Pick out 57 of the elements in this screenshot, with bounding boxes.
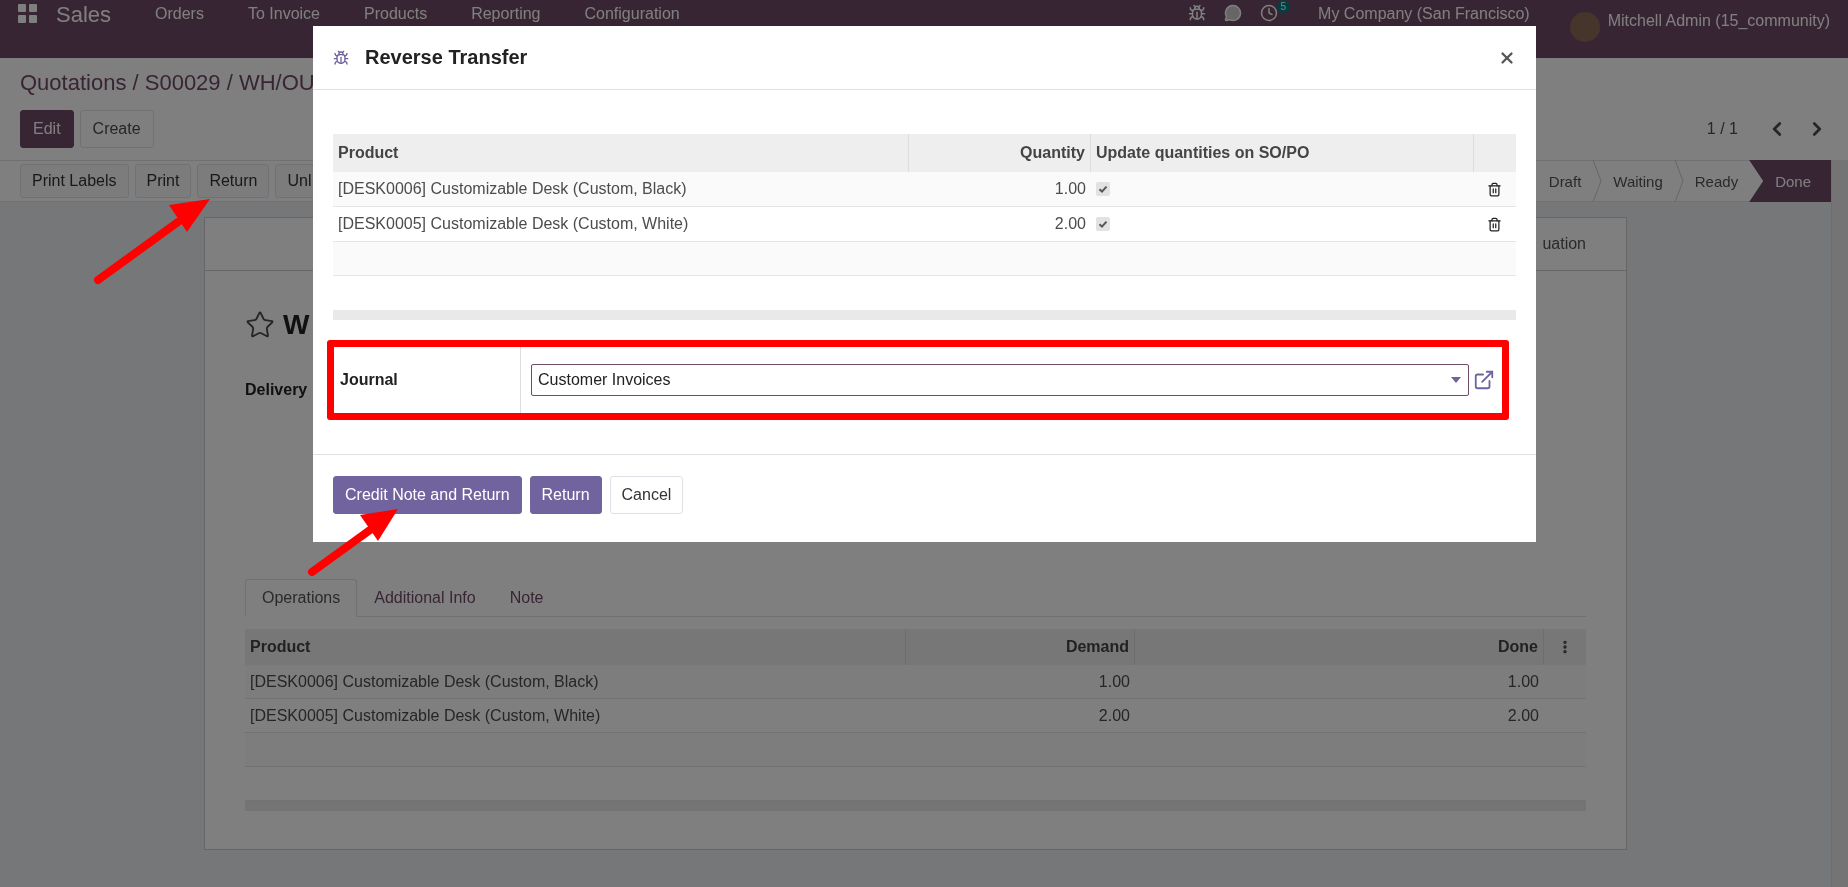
delete-icon[interactable] — [1486, 216, 1502, 232]
table-cell-text: 2.00 — [1506, 705, 1540, 726]
bug-icon[interactable] — [1188, 4, 1207, 22]
dialog-button[interactable]: Return — [529, 476, 602, 514]
form-tab[interactable]: Note — [492, 579, 561, 617]
chevron-separator-icon — [1673, 160, 1684, 202]
apps-menu-icon[interactable] — [18, 4, 38, 24]
user-name[interactable]: Mitchell Admin (15_community) — [1607, 12, 1830, 30]
nav-menu-item[interactable]: Orders — [133, 4, 226, 24]
journal-select[interactable]: Customer Invoices — [531, 364, 1469, 396]
table-cell-text: 2.00 — [1097, 705, 1131, 726]
record-title: W — [283, 309, 310, 341]
status-stage[interactable]: Done — [1749, 160, 1831, 202]
delete-icon[interactable] — [1486, 181, 1502, 197]
checkbox[interactable] — [1096, 217, 1110, 231]
star-icon[interactable] — [245, 310, 275, 340]
form-tab[interactable]: Additional Info — [357, 579, 493, 617]
field-label: Delivery — [245, 381, 309, 399]
nav-menu-item[interactable]: Configuration — [562, 4, 702, 24]
company-name[interactable]: My Company (San Francisco) — [1296, 4, 1552, 24]
dialog-title: Reverse Transfer — [365, 46, 528, 69]
activity-count-badge: 5 — [1276, 0, 1291, 13]
edit-button[interactable]: Edit — [20, 110, 74, 148]
dialog-button[interactable]: Cancel — [609, 476, 684, 514]
table-row[interactable]: [DESK0006] Customizable Desk (Custom, Black) 1.00 — [333, 172, 1516, 207]
caret-icon — [1451, 377, 1461, 383]
scrollbar[interactable] — [1831, 160, 1848, 887]
dialog-button[interactable]: Credit Note and Return — [333, 476, 522, 514]
chat-icon[interactable] — [1224, 4, 1243, 22]
chevron-separator-icon — [1592, 160, 1603, 202]
table-cell-text: 1.00 — [1053, 179, 1087, 199]
external-link-icon[interactable] — [1473, 369, 1495, 391]
create-button[interactable]: Create — [79, 110, 154, 148]
checkbox[interactable] — [1096, 182, 1110, 196]
status-stage[interactable]: Waiting — [1602, 160, 1674, 202]
action-button[interactable]: Print Labels — [20, 164, 129, 198]
field-label: Journal — [340, 371, 399, 389]
clock-icon[interactable] — [1260, 4, 1279, 22]
table-cell-text: 1.00 — [1506, 671, 1540, 692]
breadcrumb: Quotations / S00029 / WH/OU — [20, 70, 316, 96]
table-cell-text: [DESK0005] Customizable Desk (Custom, White) — [337, 214, 690, 234]
status-stage[interactable]: Ready — [1683, 160, 1750, 202]
action-button[interactable]: Print — [134, 164, 192, 198]
nav-menu-item[interactable]: To Invoice — [225, 4, 342, 24]
table-cell-text: [DESK0005] Customizable Desk (Custom, White) — [249, 705, 602, 726]
table-cell-text: [DESK0006] Customizable Desk (Custom, Black) — [249, 671, 600, 692]
table-cell-text: 2.00 — [1053, 214, 1087, 234]
nav-menu-item[interactable]: Reporting — [449, 4, 563, 24]
nav-menu-item[interactable]: Products — [342, 4, 450, 24]
bug-icon — [333, 49, 349, 66]
app-name: Sales — [56, 4, 112, 26]
form-tab[interactable]: Operations — [245, 579, 358, 617]
table-cell-text: 1.00 — [1097, 671, 1131, 692]
status-stage[interactable]: Draft — [1537, 160, 1593, 202]
pager-counter: 1 / 1 — [1706, 120, 1738, 138]
action-button[interactable]: Return — [197, 164, 270, 198]
table-cell-text: [DESK0006] Customizable Desk (Custom, Black) — [337, 179, 688, 199]
